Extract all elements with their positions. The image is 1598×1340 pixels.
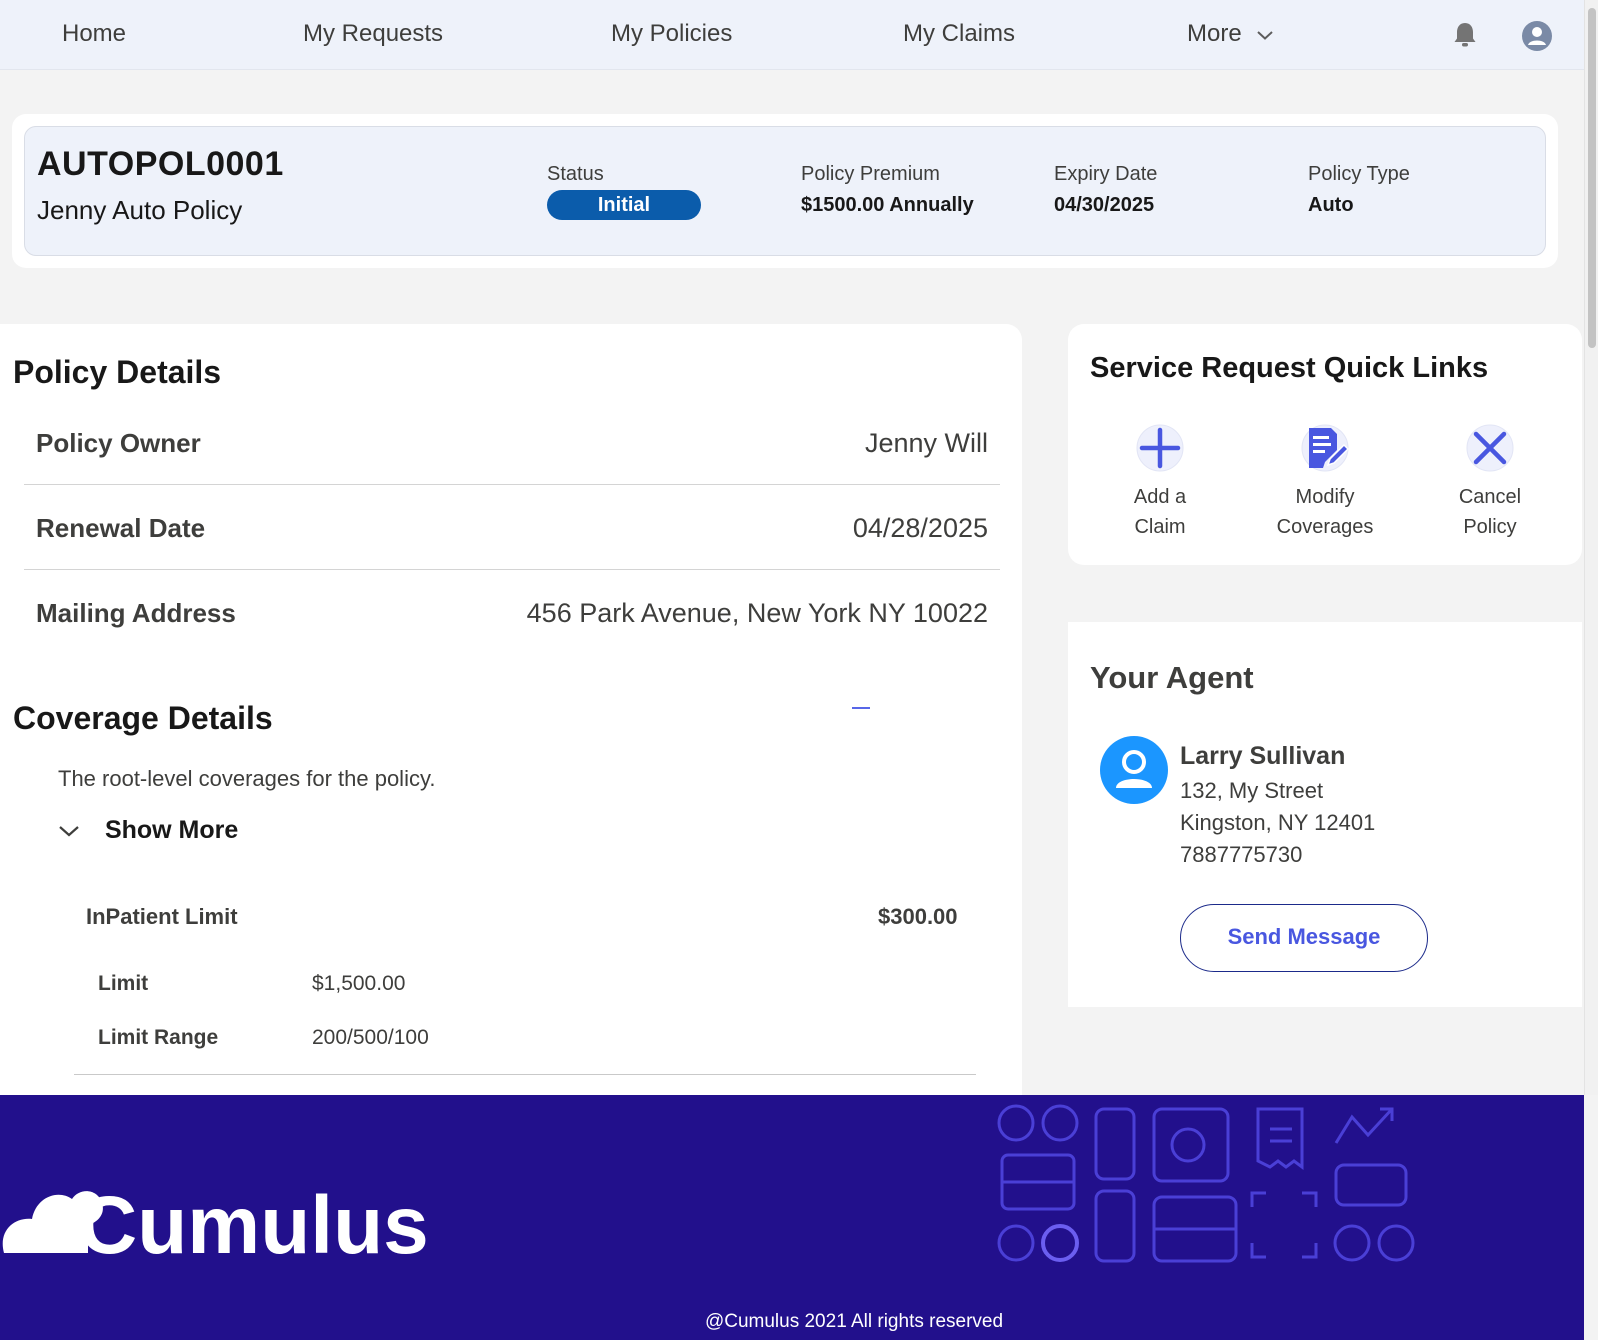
- expiry-field: Expiry Date 04/30/2025: [1054, 163, 1157, 217]
- quick-link-add-claim[interactable]: Add a Claim: [1090, 424, 1230, 542]
- detail-value: 04/28/2025: [852, 513, 988, 543]
- user-avatar-icon[interactable]: [1522, 21, 1552, 51]
- policy-name: Jenny Auto Policy: [37, 195, 243, 225]
- bell-icon[interactable]: [1450, 20, 1480, 50]
- coverage-details-title: Coverage Details: [13, 700, 273, 736]
- chevron-down-icon: [59, 826, 79, 837]
- svg-text:Cumulus: Cumulus: [78, 1180, 429, 1261]
- quick-links-card: Service Request Quick Links Add a Claim M…: [1068, 324, 1582, 565]
- agent-card: Your Agent Larry Sullivan 132, My Street…: [1068, 622, 1582, 1007]
- detail-row-policy-owner: Policy Owner Jenny Will: [24, 400, 1000, 485]
- coverage-attr-label: Limit: [98, 972, 149, 995]
- nav-more-label: More: [1187, 20, 1242, 47]
- detail-value: Jenny Will: [864, 428, 988, 458]
- scrollbar-thumb[interactable]: [1588, 8, 1596, 348]
- agent-address-line1: 132, My Street: [1180, 778, 1324, 803]
- nav-my-claims[interactable]: My Claims: [903, 20, 1015, 48]
- policy-highlights-card: AUTOPOL0001 Jenny Auto Policy Status Ini…: [24, 126, 1546, 256]
- policy-id: AUTOPOL0001: [37, 145, 284, 183]
- detail-value: 456 Park Avenue, New York NY 10022: [526, 598, 988, 628]
- policy-details-title: Policy Details: [13, 354, 222, 390]
- agent-phone: 7887775730: [1180, 842, 1303, 867]
- detail-label: Policy Owner: [36, 428, 201, 458]
- status-field: Status Initial: [547, 163, 701, 220]
- policy-type-label: Policy Type: [1308, 163, 1410, 185]
- agent-address-line2: Kingston, NY 12401: [1180, 810, 1376, 835]
- status-badge: Initial: [547, 190, 701, 220]
- footer-decorative-pattern: [997, 1104, 1415, 1263]
- divider: [74, 1074, 976, 1075]
- coverage-description: The root-level coverages for the policy.: [58, 766, 436, 791]
- scrollbar[interactable]: [1584, 0, 1598, 1095]
- policy-highlights-panel: AUTOPOL0001 Jenny Auto Policy Status Ini…: [12, 114, 1558, 268]
- premium-label: Policy Premium: [801, 163, 940, 185]
- quick-link-label: Policy: [1463, 516, 1517, 538]
- coverage-attr-label: Limit Range: [98, 1026, 219, 1049]
- detail-row-mailing-address: Mailing Address 456 Park Avenue, New Yor…: [24, 570, 1000, 655]
- quick-link-label: Add a: [1133, 486, 1187, 508]
- nav-home[interactable]: Home: [62, 20, 126, 48]
- agent-title: Your Agent: [1090, 660, 1254, 695]
- quick-link-label: Modify: [1295, 486, 1355, 508]
- premium-value: $1500.00 Annually: [801, 194, 974, 216]
- quick-links-title: Service Request Quick Links: [1090, 352, 1489, 384]
- coverage-attr-value: $1,500.00: [312, 972, 406, 995]
- footer: Cumulus @Cumulus 2021 All rights reserve…: [0, 1095, 1584, 1340]
- close-icon: [1466, 424, 1514, 472]
- policy-type-field: Policy Type Auto: [1308, 163, 1410, 217]
- show-more-toggle[interactable]: Show More: [58, 816, 238, 845]
- nav-my-policies[interactable]: My Policies: [611, 20, 732, 48]
- quick-link-label: Claim: [1134, 516, 1186, 538]
- send-message-button[interactable]: Send Message: [1180, 904, 1428, 972]
- agent-avatar-icon: [1100, 736, 1168, 804]
- expiry-label: Expiry Date: [1054, 163, 1158, 185]
- quick-link-label: Coverages: [1276, 516, 1374, 538]
- top-navigation: Home My Requests My Policies My Claims M…: [0, 0, 1584, 70]
- quick-link-label: Cancel: [1458, 486, 1522, 508]
- link-underline: [852, 707, 870, 709]
- footer-copyright: @Cumulus 2021 All rights reserved: [704, 1311, 1004, 1332]
- coverage-attr-value: 200/500/100: [312, 1026, 429, 1049]
- quick-link-modify-coverages[interactable]: Modify Coverages: [1255, 424, 1395, 542]
- policy-type-value: Auto: [1308, 194, 1354, 216]
- detail-label: Mailing Address: [36, 598, 236, 628]
- plus-icon: [1136, 424, 1184, 472]
- detail-row-renewal-date: Renewal Date 04/28/2025: [24, 485, 1000, 570]
- show-more-label: Show More: [104, 816, 239, 844]
- policy-details-card: Policy Details Policy Owner Jenny Will R…: [0, 324, 1022, 1095]
- detail-label: Renewal Date: [36, 513, 206, 543]
- expiry-value: 04/30/2025: [1054, 194, 1155, 216]
- chevron-down-icon: [1257, 30, 1274, 40]
- premium-field: Policy Premium $1500.00 Annually: [801, 163, 974, 217]
- quick-link-cancel-policy[interactable]: Cancel Policy: [1420, 424, 1560, 542]
- cumulus-logo: Cumulus: [2, 1180, 429, 1261]
- agent-name: Larry Sullivan: [1180, 742, 1346, 770]
- nav-more[interactable]: More: [1187, 20, 1274, 48]
- status-label: Status: [547, 163, 604, 185]
- coverage-amount: $300.00: [878, 904, 958, 929]
- edit-document-icon: [1301, 424, 1349, 472]
- coverage-name: InPatient Limit: [86, 904, 238, 929]
- nav-my-requests[interactable]: My Requests: [303, 20, 443, 48]
